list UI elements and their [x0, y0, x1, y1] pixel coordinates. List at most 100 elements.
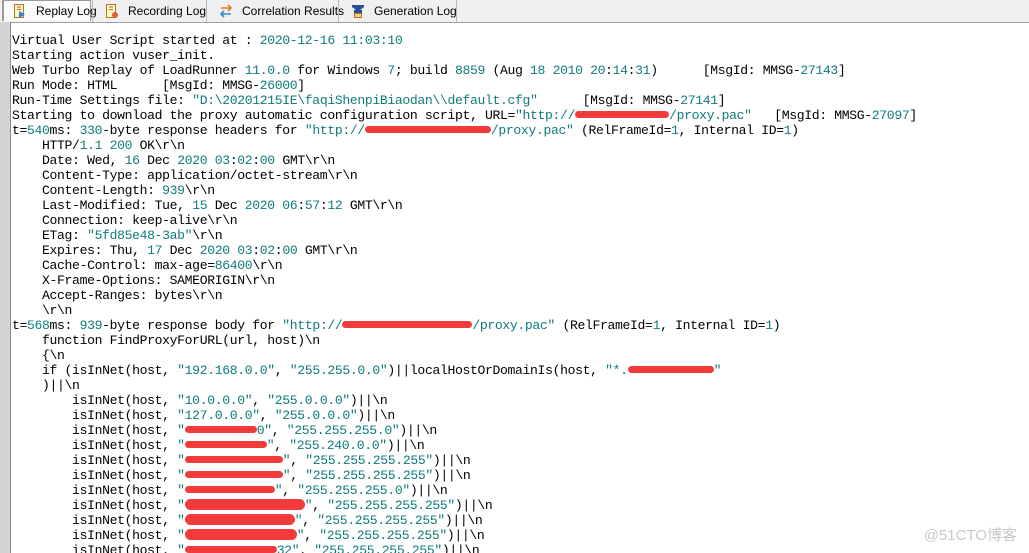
ip-address: "	[177, 528, 185, 543]
log-text: )	[791, 123, 799, 138]
ip-address: "	[177, 483, 185, 498]
tab-replay-log[interactable]: Replay Log	[2, 0, 97, 21]
watermark: @51CTO博客	[923, 527, 1017, 544]
log-line: isInNet(host, "127.0.0.0", "255.0.0.0")|…	[12, 408, 395, 423]
log-text: ,	[290, 453, 306, 468]
log-text: Expires: Thu,	[12, 243, 148, 258]
log-text: isInNet(host,	[12, 423, 178, 438]
log-text: (Aug	[485, 63, 531, 78]
log-text: (RelFrameId=	[573, 123, 672, 138]
log-text: )||\n	[446, 528, 485, 543]
log-text: isInNet(host,	[12, 543, 178, 553]
ip-address: "127.0.0.0"	[177, 408, 260, 423]
log-text: ETag:	[12, 228, 88, 243]
log-line: X-Frame-Options: SAMEORIGIN\r\n	[12, 273, 275, 288]
tab-correlation-results[interactable]: Correlation Results	[210, 0, 344, 22]
url: /proxy.pac"	[472, 318, 555, 333]
log-line: isInNet(host, " 32", "255.255.255.255")||…	[12, 543, 480, 553]
log-text: :	[252, 153, 260, 168]
log-text: Last-Modified: Tue,	[12, 198, 193, 213]
log-text: (RelFrameId=	[554, 318, 653, 333]
log-text: Dec	[162, 243, 200, 258]
log-text: ,	[274, 363, 290, 378]
log-text: GMT\r\n	[274, 153, 335, 168]
netmask: "255.255.255.255"	[317, 513, 445, 528]
tab-generation-log[interactable]: Generation Log	[342, 0, 457, 22]
redaction-mark	[184, 514, 295, 526]
log-number: 939	[79, 318, 103, 333]
log-number: 540	[27, 123, 50, 138]
ip-address: "192.168.0.0"	[177, 363, 275, 378]
ip-address: "	[177, 543, 185, 553]
redaction-mark	[342, 321, 473, 329]
log-text: ) [MsgId: MMSG-	[650, 63, 801, 78]
log-gutter	[0, 22, 11, 553]
log-line: Accept-Ranges: bytes\r\n	[12, 288, 223, 303]
log-text: :	[252, 243, 260, 258]
netmask: "255.255.0.0"	[289, 363, 388, 378]
log-number: 57	[304, 198, 320, 213]
log-text: ,	[312, 498, 328, 513]
netmask: "255.255.255.255"	[327, 498, 455, 513]
log-number: 7	[387, 63, 395, 78]
log-line: Run-Time Settings file: "D:\20201215IE\f…	[12, 93, 726, 108]
log-number: 31	[635, 63, 651, 78]
log-text: isInNet(host,	[12, 468, 178, 483]
log-text: )||\n	[399, 423, 437, 438]
log-text: )||\n	[357, 408, 395, 423]
file-path: "D:\20201215IE\faqiShenpiBiaodan\\defaul…	[192, 93, 538, 108]
log-line: Web Turbo Replay of LoadRunner 11.0.0 fo…	[12, 63, 846, 78]
log-text: isInNet(host,	[12, 408, 178, 423]
log-number: 18 2010 20	[530, 63, 606, 78]
log-text: )||\n	[432, 453, 471, 468]
tab-separator	[456, 0, 457, 22]
log-number: 12	[327, 198, 343, 213]
log-text: \r\n	[252, 258, 283, 273]
redaction-mark	[184, 471, 283, 479]
log-line: t=540ms: 330-byte response headers for "…	[12, 123, 799, 138]
log-line: )||\n	[12, 378, 80, 393]
netmask: "255.0.0.0"	[274, 408, 358, 423]
tab-recording-log[interactable]: Recording Log	[96, 0, 206, 22]
netmask: "255.0.0.0"	[267, 393, 350, 408]
replay-log-text[interactable]: Virtual User Script started at : 2020-12…	[11, 22, 1029, 553]
log-text: )	[772, 318, 781, 333]
msg-id: 27141	[680, 93, 718, 108]
log-number: 2020 03	[199, 243, 253, 258]
log-text: ]	[909, 108, 917, 123]
log-text: )||\n	[386, 438, 425, 453]
log-line: isInNet(host, " ", "255.255.255.255")||\n	[12, 513, 483, 528]
log-number: 568	[27, 318, 50, 333]
netmask: "255.255.255.255"	[305, 453, 433, 468]
log-text: Dec	[207, 198, 245, 213]
log-line: ETag: "5fd85e48-3ab"\r\n	[12, 228, 223, 243]
log-text: \r\n	[12, 303, 73, 318]
log-line: isInNet(host, " ", "255.255.255.255")||\n	[12, 528, 485, 543]
log-text: t=	[12, 318, 28, 333]
log-text: , Internal ID=	[678, 123, 784, 138]
log-text: ,	[304, 528, 320, 543]
log-text: isInNet(host,	[12, 513, 178, 528]
log-text: :	[297, 198, 305, 213]
log-line: Starting action vuser_init.	[12, 48, 215, 63]
log-line: Expires: Thu, 17 Dec 2020 03:02:00 GMT\r…	[12, 243, 358, 258]
log-text: ,	[252, 393, 268, 408]
log-text: X-Frame-Options: SAMEORIGIN\r\n	[12, 273, 275, 288]
redaction-mark	[364, 126, 491, 134]
log-line: if (isInNet(host, "192.168.0.0", "255.25…	[12, 363, 721, 378]
log-line: isInNet(host, " ", "255.255.255.0")||\n	[12, 483, 448, 498]
log-text: for Windows	[289, 63, 388, 78]
ip-address: "10.0.0.0"	[177, 393, 253, 408]
log-text: ; build	[394, 63, 455, 78]
redaction-mark	[184, 486, 275, 494]
log-text: Dec	[139, 153, 178, 168]
netmask: "255.255.255.0"	[286, 423, 400, 438]
log-text: ,	[274, 438, 290, 453]
url: /proxy.pac"	[490, 123, 574, 138]
msg-id: 27143	[800, 63, 838, 78]
log-number: 330	[79, 123, 103, 138]
log-text: t=	[12, 123, 28, 138]
ip-address: "	[177, 423, 185, 438]
log-text: GMT\r\n	[342, 198, 403, 213]
log-text: Run Mode: HTML [MsgId: MMSG-	[12, 78, 260, 93]
